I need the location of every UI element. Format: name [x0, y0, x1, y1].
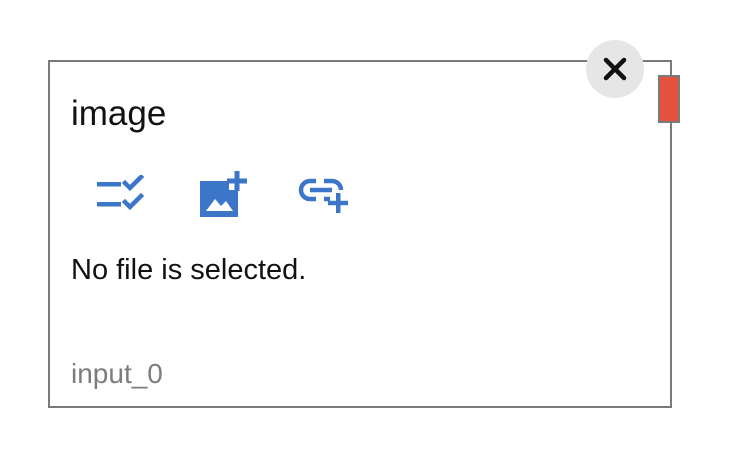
- node-id-label: input_0: [71, 358, 163, 389]
- canvas: image No file is selected. input_0: [0, 0, 730, 460]
- close-icon: [603, 57, 627, 81]
- upload-image-button[interactable]: [195, 170, 251, 220]
- select-options-button[interactable]: [94, 170, 150, 220]
- close-button[interactable]: [586, 40, 644, 98]
- node-toolbar: [94, 170, 352, 220]
- add-photo-icon: [200, 171, 247, 217]
- node-title: image: [71, 94, 167, 133]
- add-link-icon: [298, 178, 348, 213]
- output-port-handle[interactable]: [658, 75, 680, 123]
- file-status-text: No file is selected.: [71, 254, 307, 286]
- add-link-button[interactable]: [296, 170, 352, 220]
- checklist-icon: [97, 175, 145, 211]
- image-input-node[interactable]: image No file is selected. input_0: [48, 60, 672, 408]
